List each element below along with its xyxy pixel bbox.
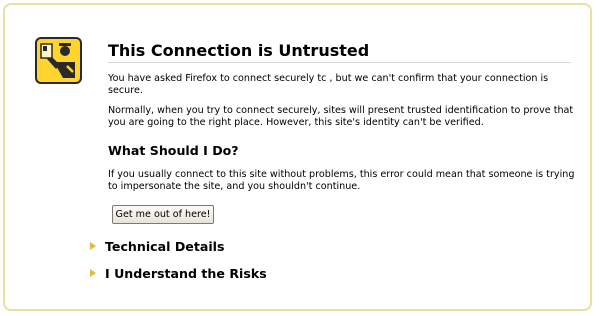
security-warning-icon xyxy=(35,37,82,84)
intro-text: You have asked Firefox to connect secure… xyxy=(108,73,549,96)
technical-details-label: Technical Details xyxy=(105,238,225,254)
get-me-out-button[interactable]: Get me out of here! xyxy=(112,205,214,224)
page-title: This Connection is Untrusted xyxy=(108,41,571,63)
technical-details-expander[interactable]: Technical Details xyxy=(90,238,224,254)
what-should-i-do-heading: What Should I Do? xyxy=(108,143,239,158)
explanation-text: Normally, when you try to connect secure… xyxy=(108,105,574,128)
expand-triangle-icon xyxy=(90,242,96,250)
advice-text: If you usually connect to this site with… xyxy=(108,169,575,192)
expand-triangle-icon xyxy=(90,269,96,277)
understand-risks-expander[interactable]: I Understand the Risks xyxy=(90,265,267,281)
understand-risks-label: I Understand the Risks xyxy=(105,265,267,281)
error-page-container: This Connection is Untrusted You have as… xyxy=(3,3,592,311)
